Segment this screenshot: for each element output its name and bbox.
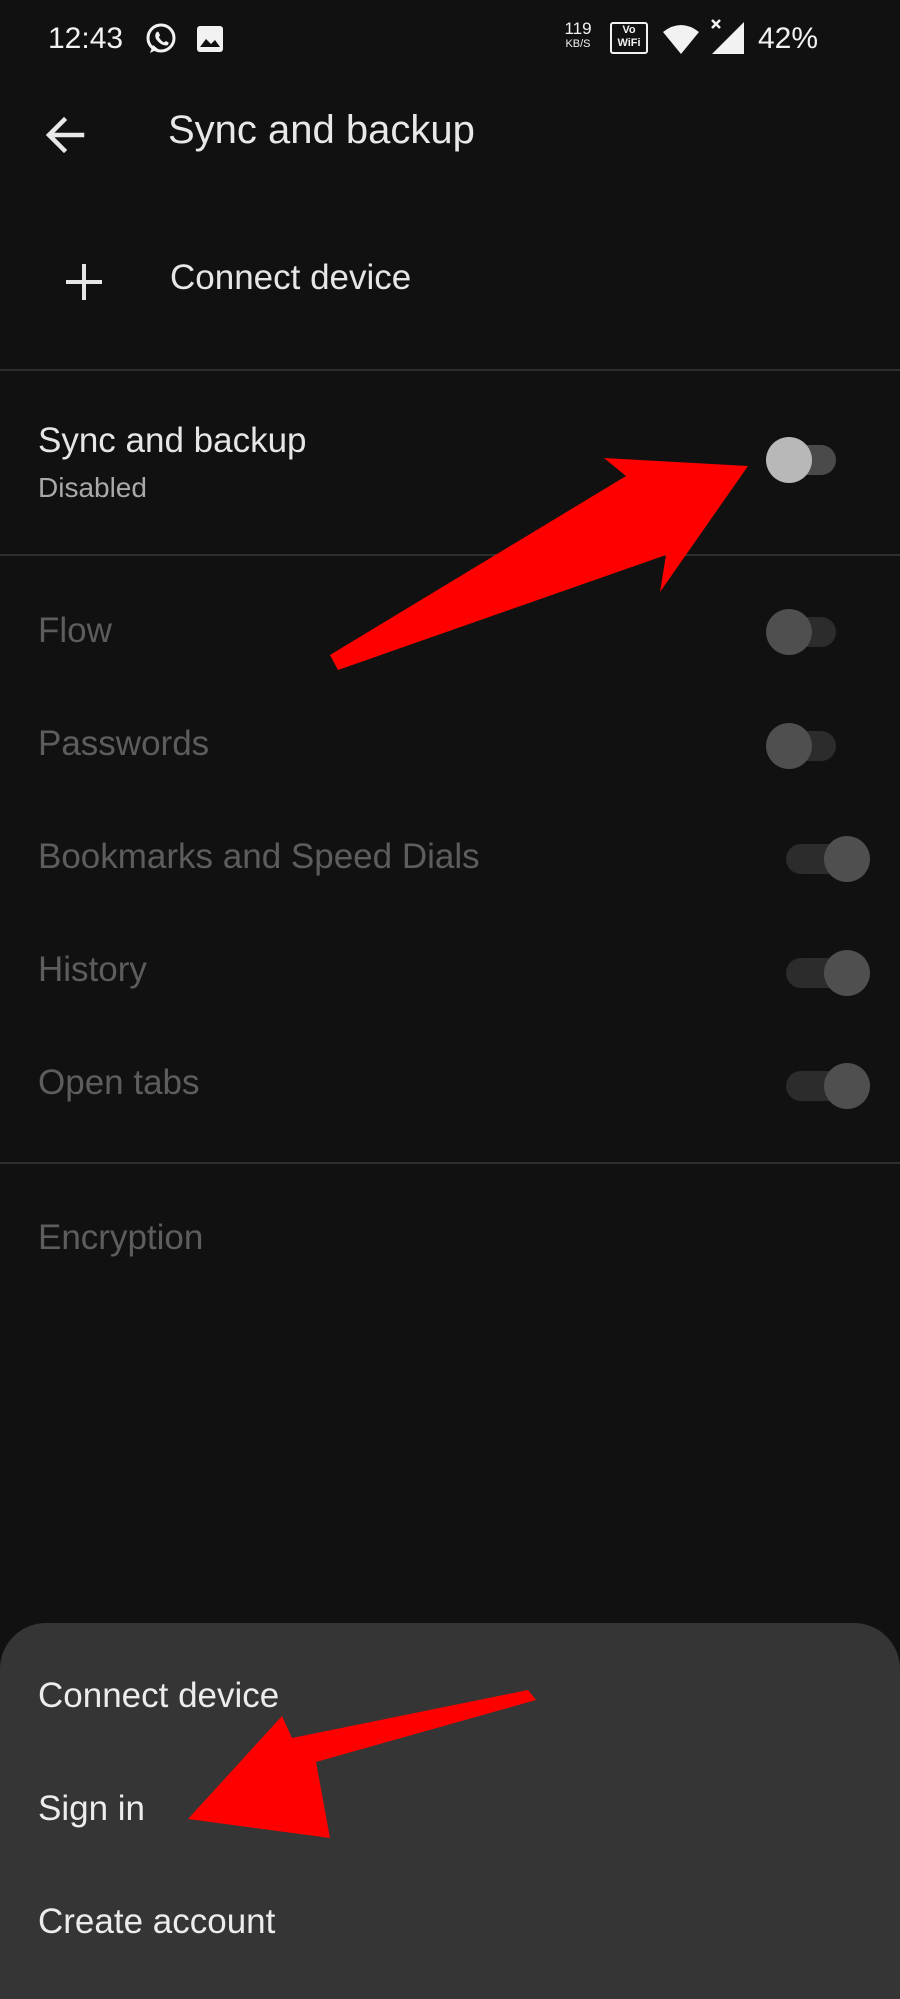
screen: 12:43 119 KB/S Vo WiFi 42% Sync and back… (0, 0, 900, 1999)
sync-backup-title: Sync and backup (38, 421, 307, 460)
encryption-label[interactable]: Encryption (38, 1218, 203, 1258)
sync-item-label: Open tabs (38, 1063, 200, 1102)
whatsapp-icon (146, 23, 176, 53)
divider (0, 554, 900, 556)
passwords-toggle[interactable] (766, 723, 846, 769)
sync-item-label: History (38, 950, 147, 989)
cellular-signal-icon (711, 19, 744, 54)
plus-icon (66, 264, 102, 300)
network-speed-unit: KB/S (565, 38, 591, 50)
gallery-icon (197, 26, 223, 52)
bookmarks-toggle[interactable] (786, 836, 872, 882)
connect-device-label: Connect device (170, 258, 412, 297)
status-bar: 12:43 119 KB/S Vo WiFi 42% (0, 0, 900, 80)
page-title: Sync and backup (168, 108, 475, 152)
toggle-thumb (766, 609, 812, 655)
sync-item-label: Passwords (38, 724, 210, 763)
toggle-thumb (824, 950, 870, 996)
toggle-thumb (824, 1063, 870, 1109)
status-time: 12:43 (48, 22, 124, 55)
sync-backup-status: Disabled (38, 472, 147, 503)
sync-backup-toggle[interactable] (766, 437, 846, 483)
sheet-connect-device[interactable]: Connect device (38, 1676, 279, 1716)
wifi-icon (663, 25, 699, 54)
annotation-arrow-toggle (330, 458, 748, 670)
network-speed-value: 119 (564, 19, 592, 38)
flow-toggle[interactable] (766, 609, 846, 655)
sync-item-label: Flow (38, 611, 112, 650)
vowifi-line-1: Vo (622, 24, 636, 36)
toggle-thumb (766, 437, 812, 483)
toggle-thumb (766, 723, 812, 769)
open-tabs-toggle[interactable] (786, 1063, 872, 1109)
sheet-sign-in[interactable]: Sign in (38, 1789, 145, 1829)
toggle-thumb (824, 836, 870, 882)
sync-item-label: Bookmarks and Speed Dials (38, 837, 480, 876)
network-speed-indicator: 119 KB/S (558, 20, 598, 50)
battery-percentage: 42% (758, 22, 819, 55)
account-bottom-sheet: Connect device Sign in Create account (0, 1623, 900, 1999)
sheet-create-account[interactable]: Create account (38, 1902, 275, 1942)
vowifi-line-2: WiFi (617, 37, 641, 49)
divider (0, 369, 900, 371)
divider (0, 1162, 900, 1164)
vowifi-icon: Vo WiFi (610, 22, 648, 54)
back-arrow-icon[interactable] (40, 110, 90, 160)
history-toggle[interactable] (786, 950, 872, 996)
